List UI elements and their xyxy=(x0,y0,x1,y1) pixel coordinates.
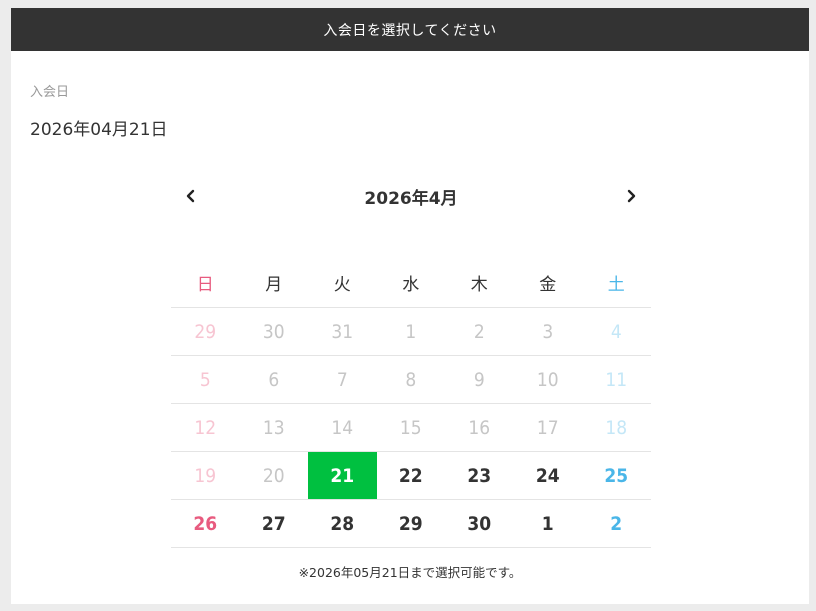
prev-month-button[interactable] xyxy=(171,176,211,216)
day-cell[interactable]: 27 xyxy=(240,500,309,547)
join-date-label: 入会日 xyxy=(30,85,70,100)
day-cell: 5 xyxy=(199,368,211,391)
selectable-range-note: ※2026年05月21日まで選択可能です。 xyxy=(298,565,522,580)
weekday-wed: 水 xyxy=(402,274,420,295)
day-cell: 9 xyxy=(473,368,485,391)
join-date-value: 2026年04月21日 xyxy=(30,120,168,140)
day-cell: 19 xyxy=(194,464,217,487)
day-cell: 10 xyxy=(536,368,559,391)
dialog-header: 入会日を選択してください xyxy=(11,8,809,51)
weekday-header: 日 月 火 水 木 金 土 xyxy=(171,257,651,307)
day-cell: 14 xyxy=(331,416,354,439)
day-cell: 29 xyxy=(194,320,217,343)
day-cell[interactable]: 26 xyxy=(171,500,240,547)
day-cell: 30 xyxy=(262,320,285,343)
day-cell-selected[interactable]: 21 xyxy=(308,452,377,499)
calendar: 2026年4月 日 月 火 水 木 金 土 29 30 31 1 2 3 4 5… xyxy=(171,168,651,548)
chevron-left-icon xyxy=(186,189,195,203)
day-cell: 11 xyxy=(605,368,628,391)
day-cell: 31 xyxy=(331,320,354,343)
day-cell[interactable]: 29 xyxy=(377,500,446,547)
weekday-tue: 火 xyxy=(333,274,351,295)
day-cell: 1 xyxy=(405,320,417,343)
weekday-fri: 金 xyxy=(539,274,557,295)
calendar-grid: 日 月 火 水 木 金 土 29 30 31 1 2 3 4 5 6 7 8 9… xyxy=(171,257,651,548)
day-cell[interactable]: 30 xyxy=(445,500,514,547)
day-cell[interactable]: 22 xyxy=(377,452,446,499)
day-cell[interactable]: 25 xyxy=(582,452,651,499)
day-cell: 3 xyxy=(542,320,554,343)
dialog: 入会日を選択してください 入会日 2026年04月21日 2026年4月 日 月… xyxy=(11,8,809,604)
dialog-title: 入会日を選択してください xyxy=(323,22,497,39)
weekday-sun: 日 xyxy=(196,274,214,295)
week-row: 12 13 14 15 16 17 18 xyxy=(171,403,651,451)
day-cell: 2 xyxy=(473,320,485,343)
day-cell[interactable]: 2 xyxy=(582,500,651,547)
day-cell: 20 xyxy=(262,464,285,487)
day-cell: 12 xyxy=(194,416,217,439)
next-month-button[interactable] xyxy=(611,176,651,216)
week-row: 29 30 31 1 2 3 4 xyxy=(171,307,651,355)
day-cell[interactable]: 24 xyxy=(514,452,583,499)
day-cell: 7 xyxy=(336,368,348,391)
week-row: 5 6 7 8 9 10 11 xyxy=(171,355,651,403)
calendar-nav: 2026年4月 xyxy=(171,168,651,224)
day-cell: 15 xyxy=(399,416,422,439)
week-row: 19 20 21 22 23 24 25 xyxy=(171,451,651,499)
day-cell[interactable]: 23 xyxy=(445,452,514,499)
day-cell: 16 xyxy=(468,416,491,439)
day-cell: 8 xyxy=(405,368,417,391)
day-cell[interactable]: 28 xyxy=(308,500,377,547)
day-cell: 6 xyxy=(268,368,280,391)
day-cell: 4 xyxy=(610,320,622,343)
day-cell[interactable]: 1 xyxy=(514,500,583,547)
day-cell: 13 xyxy=(262,416,285,439)
day-cell: 17 xyxy=(536,416,559,439)
week-row: 26 27 28 29 30 1 2 xyxy=(171,499,651,548)
weekday-thu: 木 xyxy=(470,274,488,295)
chevron-right-icon xyxy=(627,189,636,203)
weekday-sat: 土 xyxy=(607,274,625,295)
month-title: 2026年4月 xyxy=(364,188,458,209)
weekday-mon: 月 xyxy=(265,274,283,295)
day-cell: 18 xyxy=(605,416,628,439)
